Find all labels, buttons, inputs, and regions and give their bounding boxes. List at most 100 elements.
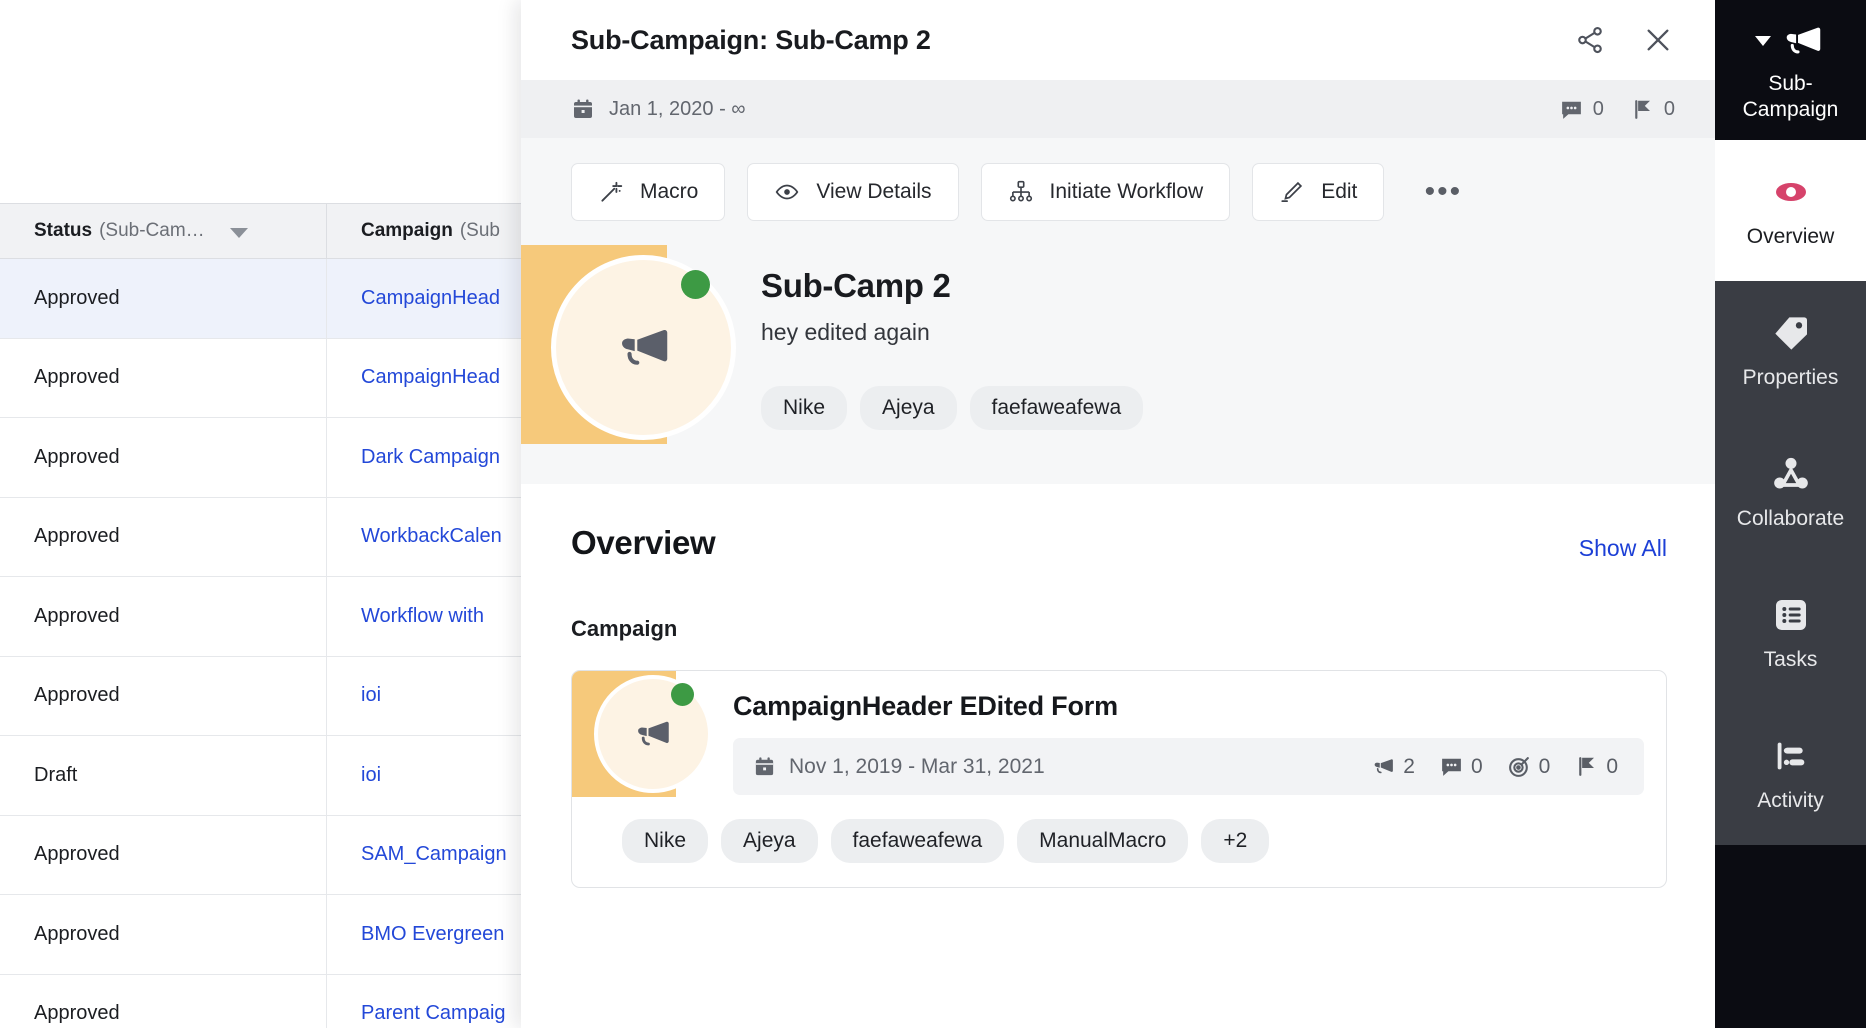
sidebar-item-label: Overview (1746, 225, 1835, 248)
sidebar-item-properties[interactable]: Properties (1715, 281, 1866, 422)
sort-caret-icon[interactable] (230, 228, 248, 238)
campaign-card-tag[interactable]: ManualMacro (1017, 819, 1189, 863)
megaphone-icon (632, 713, 674, 755)
campaign-card-title: CampaignHeader EDited Form (733, 691, 1118, 721)
campaign-card-date: Nov 1, 2019 - Mar 31, 2021 (789, 754, 1045, 778)
campaign-card-main: CampaignHeader EDited Form Nov 1, 2019 -… (715, 671, 1666, 797)
overview-header: Overview Show All (571, 524, 1667, 562)
panel-header-actions (1571, 21, 1677, 59)
rail-header-icons (1755, 18, 1826, 64)
campaign-card-tag[interactable]: Ajeya (721, 819, 818, 863)
status-dot (681, 270, 710, 299)
initiate-workflow-button[interactable]: Initiate Workflow (980, 163, 1231, 221)
view-details-button[interactable]: View Details (747, 163, 959, 221)
campaign-card[interactable]: CampaignHeader EDited Form Nov 1, 2019 -… (571, 670, 1667, 888)
cell-status: Approved (0, 577, 327, 656)
campaign-card-tag[interactable]: faefaweafewa (830, 819, 1005, 863)
collaborate-icon (1771, 454, 1811, 494)
comment-icon (1439, 754, 1464, 779)
campaign-card-stats: 2 0 0 0 (1371, 754, 1618, 779)
date-range-text: Jan 1, 2020 - ∞ (609, 97, 746, 120)
megaphone-stat: 2 (1371, 754, 1415, 779)
app-root: Status (Sub-Cam… Campaign (Sub Approved C… (0, 0, 1866, 1028)
megaphone-icon (613, 317, 675, 379)
comment-count: 0 (1592, 97, 1604, 120)
comment-stat: 0 (1439, 754, 1483, 779)
share-icon[interactable] (1571, 21, 1609, 59)
cell-status: Approved (0, 497, 327, 576)
rail-header[interactable]: Sub- Campaign (1715, 0, 1866, 140)
panel-action-bar: Macro View Details Initiate Workflow Edi… (521, 138, 1715, 245)
cell-status: Approved (0, 895, 327, 974)
workflow-icon (1008, 179, 1034, 205)
show-all-link[interactable]: Show All (1579, 535, 1667, 562)
page-title: Sub-Campaign: Sub-Camp 2 (571, 24, 931, 55)
cell-status: Approved (0, 259, 327, 338)
campaign-sublabel: Campaign (571, 616, 678, 641)
tasks-icon (1771, 595, 1811, 635)
sidebar-item-collaborate[interactable]: Collaborate (1715, 422, 1866, 563)
sidebar-item-label: Collaborate (1736, 507, 1845, 530)
campaign-card-date-group: Nov 1, 2019 - Mar 31, 2021 (753, 755, 1045, 779)
megaphone-icon (1371, 754, 1396, 779)
hero-name: Sub-Camp 2 (761, 267, 951, 304)
target-count: 0 (1538, 754, 1551, 778)
hero-tag[interactable]: Ajeya (860, 386, 957, 430)
view-details-label: View Details (816, 180, 932, 203)
detail-panel: Sub-Campaign: Sub-Camp 2 Jan 1, 2020 - ∞… (521, 0, 1715, 1028)
sidebar-item-activity[interactable]: Activity (1715, 704, 1866, 845)
overview-title: Overview (571, 524, 716, 561)
calendar-icon (571, 97, 595, 121)
avatar-circle (594, 675, 712, 793)
column-subtitle: (Sub-Cam… (99, 220, 205, 241)
sidebar-item-label: Properties (1742, 366, 1839, 389)
campaign-card-tag[interactable]: Nike (622, 819, 709, 863)
panel-meta-bar: Jan 1, 2020 - ∞ 0 0 (521, 80, 1715, 138)
cell-status: Approved (0, 974, 327, 1028)
flag-count: 0 (1606, 754, 1618, 778)
chevron-down-icon[interactable] (1755, 35, 1771, 46)
cell-status: Approved (0, 815, 327, 894)
hero-tag[interactable]: Nike (761, 386, 848, 430)
hero-description: hey edited again (761, 319, 930, 345)
pencil-icon (1279, 179, 1305, 205)
rail-header-label: Sub- Campaign (1742, 71, 1839, 121)
flag-count: 0 (1663, 97, 1675, 120)
edit-label: Edit (1321, 180, 1358, 203)
panel-meta-stats: 0 0 (1559, 97, 1675, 122)
flag-icon (1574, 754, 1599, 779)
hero-body: Sub-Camp 2 hey edited again Nike Ajeya fae… (711, 245, 1144, 444)
campaign-card-tag[interactable]: +2 (1201, 819, 1270, 863)
eye-icon (1771, 172, 1811, 212)
macro-label: Macro (640, 180, 699, 203)
overview-section: Overview Show All Campaign CampaignHeade… (521, 484, 1715, 888)
cell-status: Approved (0, 418, 327, 497)
flag-stat: 0 (1630, 97, 1675, 122)
sidebar-item-tasks[interactable]: Tasks (1715, 563, 1866, 704)
edit-button[interactable]: Edit (1252, 163, 1385, 221)
eye-icon (774, 179, 800, 205)
hero-section: Sub-Camp 2 hey edited again Nike Ajeya fae… (521, 245, 1715, 484)
campaign-card-meta: Nov 1, 2019 - Mar 31, 2021 2 0 0 0 (733, 738, 1644, 795)
cell-status: Approved (0, 338, 327, 417)
column-subtitle: (Sub (459, 220, 500, 241)
hero-avatar (521, 245, 736, 444)
macro-button[interactable]: Macro (571, 163, 726, 221)
magic-wand-icon (598, 179, 624, 205)
sidebar-item-overview[interactable]: Overview (1715, 140, 1866, 281)
column-title: Campaign (361, 220, 453, 241)
calendar-icon (753, 755, 776, 778)
close-icon[interactable] (1639, 21, 1677, 59)
cell-status: Approved (0, 656, 327, 735)
sidebar-item-label: Activity (1757, 789, 1824, 812)
right-rail: Sub- Campaign Overview Properties Collab… (1715, 0, 1866, 1028)
more-options-button[interactable]: ••• (1420, 169, 1466, 215)
megaphone-icon (1780, 18, 1826, 64)
rail-nav-list: Overview Properties Collaborate Tasks Ac… (1715, 140, 1866, 845)
column-header-status[interactable]: Status (Sub-Cam… (0, 204, 327, 258)
target-icon (1507, 754, 1532, 779)
tag-icon (1771, 313, 1811, 353)
hero-tag[interactable]: faefaweafewa (969, 386, 1144, 430)
initiate-workflow-label: Initiate Workflow (1049, 180, 1204, 203)
target-stat: 0 (1507, 754, 1551, 779)
